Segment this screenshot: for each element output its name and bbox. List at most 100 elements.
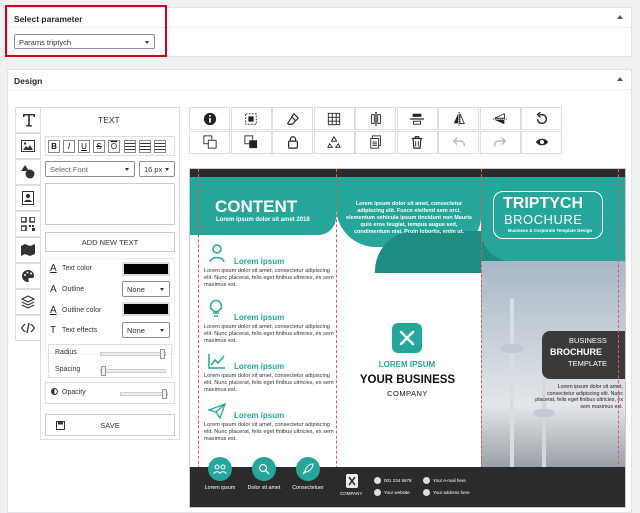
circle-label-2: Dolor sit amet <box>247 485 281 491</box>
feature-3-title: Lorem ipsum <box>234 362 285 371</box>
tab-text[interactable] <box>15 107 41 133</box>
toolbar-bring-front-button[interactable] <box>230 130 272 154</box>
strikethrough-button[interactable]: S <box>93 140 105 153</box>
rocket-icon <box>302 463 314 475</box>
radius-slider[interactable] <box>100 349 166 359</box>
website-text: Your website <box>384 490 410 495</box>
italic-button[interactable]: I <box>63 140 75 153</box>
duplicate-icon <box>369 135 381 149</box>
font-select[interactable]: Select Font <box>45 161 135 177</box>
circle-label-1: Lorem ipsum <box>204 485 236 491</box>
collapse-caret-icon[interactable] <box>617 77 623 81</box>
overline-button[interactable]: O <box>108 140 120 153</box>
outline-select[interactable]: None <box>122 281 170 297</box>
text-color-swatch[interactable] <box>122 262 170 276</box>
toolbar-send-back-button[interactable] <box>189 130 230 154</box>
opacity-icon <box>51 388 58 395</box>
font-size-select[interactable]: 16 px <box>139 161 175 177</box>
tools-logo-icon <box>399 330 415 346</box>
opacity-slider-knob[interactable] <box>162 389 167 399</box>
text-input-area[interactable] <box>45 183 175 225</box>
tab-qr[interactable] <box>15 211 41 237</box>
text-effects-icon: T <box>50 325 57 336</box>
align-right-icon[interactable] <box>154 140 166 153</box>
toolbar-grid-button[interactable] <box>313 107 355 130</box>
lock-icon <box>287 136 298 149</box>
align-horizontal-icon <box>410 113 424 125</box>
toolbar-align-vertical-button[interactable] <box>355 107 396 130</box>
triptych-title: TRIPTYCH <box>503 195 583 212</box>
tab-layers[interactable] <box>15 289 41 315</box>
text-effects-label: Text effects <box>62 327 98 334</box>
save-icon <box>56 421 65 430</box>
align-center-icon[interactable] <box>139 140 151 153</box>
company-text: COMPANY <box>387 389 428 398</box>
outline-color-label: Outline color <box>62 307 102 314</box>
trash-icon <box>411 136 423 149</box>
toolbar-redo-button[interactable] <box>479 130 521 154</box>
circle-label-3: Consectetuer <box>292 485 324 491</box>
toolbar-eraser-button[interactable] <box>272 107 313 130</box>
underline-button[interactable]: U <box>78 140 90 153</box>
toolbar-select-button[interactable] <box>230 107 272 130</box>
toolbar-flip-vertical-button[interactable] <box>479 107 521 130</box>
opacity-slider[interactable] <box>120 389 168 399</box>
text-icon <box>22 114 35 127</box>
location-icon <box>423 489 430 496</box>
magnifier-icon <box>258 463 270 475</box>
paper-plane-icon <box>208 403 226 419</box>
toolbar-preview-button[interactable] <box>521 130 562 154</box>
add-new-text-button[interactable]: ADD NEW TEXT <box>45 232 175 252</box>
map-icon <box>21 244 35 256</box>
tab-paint[interactable] <box>15 263 41 289</box>
tab-contact[interactable] <box>15 185 41 211</box>
outline-color-swatch[interactable] <box>122 302 170 316</box>
tab-image[interactable] <box>15 133 41 159</box>
toolbar-info-button[interactable] <box>189 107 230 130</box>
phone-text: 001 234 5678 <box>384 478 412 483</box>
grid-icon <box>327 112 341 125</box>
footer-logo-icon <box>346 474 358 488</box>
collapse-caret-icon[interactable] <box>617 15 623 19</box>
toolbar-recycle-button[interactable] <box>313 130 355 154</box>
brochure-canvas: CONTENT Lorem ipsum dolor sit amet 2018 … <box>189 168 626 508</box>
highlight-box <box>5 5 167 57</box>
contact-icon <box>22 191 34 205</box>
toolbar-align-horizontal-button[interactable] <box>396 107 438 130</box>
spacing-slider-knob[interactable] <box>101 366 106 376</box>
toolbar-trash-button[interactable] <box>396 130 438 154</box>
chevron-down-icon <box>125 168 129 171</box>
redo-icon <box>494 137 507 147</box>
bring-front-icon <box>244 135 258 149</box>
toolbar-lock-button[interactable] <box>272 130 313 154</box>
toolbar-flip-horizontal-button[interactable] <box>438 107 479 130</box>
toolbar-reset-button[interactable] <box>521 107 562 130</box>
toolbar-duplicate-button[interactable] <box>355 130 396 154</box>
feature-1-text: Lorem ipsum dolor sit amet, consectetur … <box>204 268 334 289</box>
business-word: BUSINESS <box>569 336 607 345</box>
text-panel-heading: TEXT <box>98 115 120 125</box>
align-left-icon[interactable] <box>124 140 136 153</box>
group-icon <box>213 464 227 475</box>
select-icon <box>245 112 257 125</box>
design-title: Design <box>8 70 631 90</box>
margin-line-right <box>618 169 619 507</box>
toolbar-undo-button[interactable] <box>438 130 479 154</box>
bold-button[interactable]: B <box>48 140 60 153</box>
save-button[interactable]: SAVE <box>45 414 175 436</box>
tagline: Business & Corporate Template Design <box>508 228 593 233</box>
recycle-icon <box>327 135 341 148</box>
radius-label: Radius <box>55 349 77 356</box>
text-effects-select[interactable]: None <box>122 322 170 338</box>
flip-vertical-icon <box>493 112 507 124</box>
outline-color-icon: A <box>50 305 57 316</box>
tab-shapes[interactable] <box>15 159 41 185</box>
content-subtitle: Lorem ipsum dolor sit amet 2018 <box>216 217 310 223</box>
layers-icon <box>21 295 35 309</box>
spacing-slider[interactable] <box>100 366 166 376</box>
tab-map[interactable] <box>15 237 41 263</box>
tab-code[interactable] <box>15 315 41 341</box>
undo-icon <box>452 137 465 147</box>
qr-code-icon <box>21 217 35 231</box>
radius-slider-knob[interactable] <box>160 349 165 359</box>
